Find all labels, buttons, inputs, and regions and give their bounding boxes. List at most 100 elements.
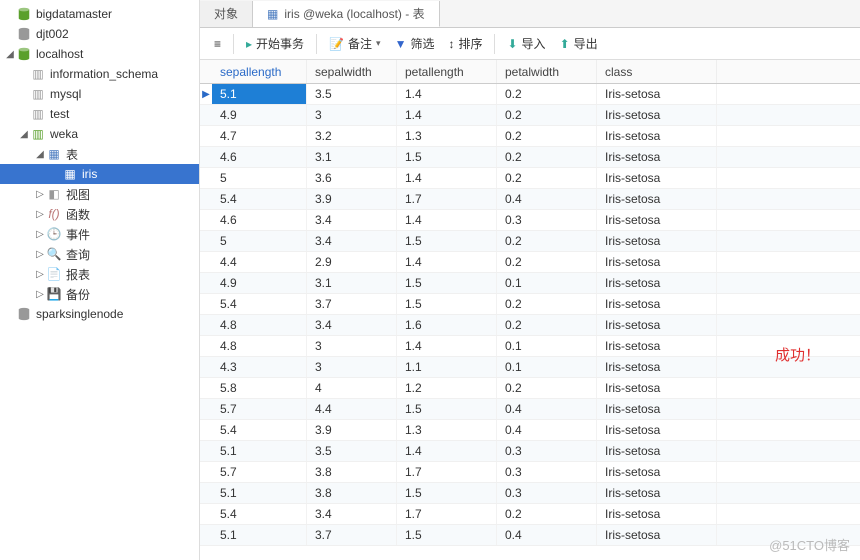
connection-bigdatamaster[interactable]: bigdatamaster xyxy=(0,4,199,24)
tab-iris-table[interactable]: ▦ iris @weka (localhost) - 表 xyxy=(253,1,440,27)
cell[interactable]: 3.1 xyxy=(307,273,397,293)
cell[interactable]: 3.1 xyxy=(307,147,397,167)
table-row[interactable]: 4.63.11.50.2Iris-setosa xyxy=(200,147,860,168)
cell[interactable]: 0.4 xyxy=(497,420,597,440)
cell[interactable]: 4.9 xyxy=(212,105,307,125)
folder-queries[interactable]: ▷🔍 查询 xyxy=(0,244,199,264)
cell[interactable]: 1.3 xyxy=(397,420,497,440)
folder-functions[interactable]: ▷f() 函数 xyxy=(0,204,199,224)
expand-icon[interactable]: ▷ xyxy=(34,249,46,260)
column-sepallength[interactable]: sepallength xyxy=(212,60,307,83)
cell[interactable]: 5.4 xyxy=(212,294,307,314)
cell[interactable]: Iris-setosa xyxy=(597,84,717,104)
cell[interactable]: 1.6 xyxy=(397,315,497,335)
table-row[interactable]: 5.43.71.50.2Iris-setosa xyxy=(200,294,860,315)
cell[interactable]: Iris-setosa xyxy=(597,231,717,251)
table-row[interactable]: ▶5.13.51.40.2Iris-setosa xyxy=(200,84,860,105)
cell[interactable]: 3.8 xyxy=(307,483,397,503)
grid-body[interactable]: ▶5.13.51.40.2Iris-setosa4.931.40.2Iris-s… xyxy=(200,84,860,560)
cell[interactable]: 3.5 xyxy=(307,84,397,104)
cell[interactable]: 0.4 xyxy=(497,399,597,419)
table-row[interactable]: 4.93.11.50.1Iris-setosa xyxy=(200,273,860,294)
cell[interactable]: 5.4 xyxy=(212,420,307,440)
cell[interactable]: Iris-setosa xyxy=(597,441,717,461)
table-row[interactable]: 4.931.40.2Iris-setosa xyxy=(200,105,860,126)
cell[interactable]: 0.1 xyxy=(497,357,597,377)
cell[interactable]: Iris-setosa xyxy=(597,294,717,314)
table-row[interactable]: 5.43.91.70.4Iris-setosa xyxy=(200,189,860,210)
sort-button[interactable]: ↕ 排序 xyxy=(442,32,488,56)
cell[interactable]: 0.2 xyxy=(497,315,597,335)
cell[interactable]: 3.5 xyxy=(307,441,397,461)
cell[interactable]: Iris-setosa xyxy=(597,315,717,335)
cell[interactable]: 0.2 xyxy=(497,294,597,314)
cell[interactable]: 0.3 xyxy=(497,483,597,503)
expand-icon[interactable]: ▷ xyxy=(34,269,46,280)
cell[interactable]: 4.4 xyxy=(307,399,397,419)
cell[interactable]: 1.4 xyxy=(397,84,497,104)
cell[interactable]: 1.4 xyxy=(397,105,497,125)
cell[interactable]: Iris-setosa xyxy=(597,399,717,419)
table-row[interactable]: 5.73.81.70.3Iris-setosa xyxy=(200,462,860,483)
cell[interactable]: 5.4 xyxy=(212,504,307,524)
cell[interactable]: 1.4 xyxy=(397,168,497,188)
cell[interactable]: 1.4 xyxy=(397,441,497,461)
cell[interactable]: 4.6 xyxy=(212,147,307,167)
cell[interactable]: 4.8 xyxy=(212,336,307,356)
cell[interactable]: Iris-setosa xyxy=(597,105,717,125)
cell[interactable]: 1.7 xyxy=(397,504,497,524)
table-row[interactable]: 4.42.91.40.2Iris-setosa xyxy=(200,252,860,273)
cell[interactable]: 3.9 xyxy=(307,189,397,209)
cell[interactable]: Iris-setosa xyxy=(597,168,717,188)
cell[interactable]: 5.7 xyxy=(212,399,307,419)
cell[interactable]: 1.3 xyxy=(397,126,497,146)
cell[interactable]: 1.5 xyxy=(397,147,497,167)
cell[interactable]: 0.2 xyxy=(497,84,597,104)
table-iris[interactable]: ▦ iris xyxy=(0,164,199,184)
cell[interactable]: Iris-setosa xyxy=(597,483,717,503)
cell[interactable]: 5 xyxy=(212,231,307,251)
cell[interactable]: 1.4 xyxy=(397,336,497,356)
cell[interactable]: 0.2 xyxy=(497,378,597,398)
cell[interactable]: 0.4 xyxy=(497,189,597,209)
folder-tables[interactable]: ◢▦ 表 xyxy=(0,144,199,164)
cell[interactable]: 1.1 xyxy=(397,357,497,377)
folder-events[interactable]: ▷🕒 事件 xyxy=(0,224,199,244)
connection-localhost[interactable]: ◢ localhost xyxy=(0,44,199,64)
cell[interactable]: 3.9 xyxy=(307,420,397,440)
cell[interactable]: 0.3 xyxy=(497,441,597,461)
cell[interactable]: Iris-setosa xyxy=(597,147,717,167)
cell[interactable]: 1.5 xyxy=(397,525,497,545)
cell[interactable]: 4.8 xyxy=(212,315,307,335)
cell[interactable]: 3.4 xyxy=(307,315,397,335)
cell[interactable]: 1.2 xyxy=(397,378,497,398)
cell[interactable]: 3.6 xyxy=(307,168,397,188)
cell[interactable]: 4 xyxy=(307,378,397,398)
db-test[interactable]: ▥ test xyxy=(0,104,199,124)
cell[interactable]: 0.2 xyxy=(497,231,597,251)
cell[interactable]: Iris-setosa xyxy=(597,252,717,272)
connection-djt002[interactable]: djt002 xyxy=(0,24,199,44)
folder-views[interactable]: ▷◧ 视图 xyxy=(0,184,199,204)
cell[interactable]: Iris-setosa xyxy=(597,504,717,524)
cell[interactable]: 4.4 xyxy=(212,252,307,272)
column-sepalwidth[interactable]: sepalwidth xyxy=(307,60,397,83)
start-transaction-button[interactable]: ▸ 开始事务 xyxy=(240,32,310,56)
cell[interactable]: 0.2 xyxy=(497,147,597,167)
cell[interactable]: 0.2 xyxy=(497,504,597,524)
cell[interactable]: 1.5 xyxy=(397,399,497,419)
cell[interactable]: 4.3 xyxy=(212,357,307,377)
cell[interactable]: Iris-setosa xyxy=(597,357,717,377)
cell[interactable]: 5.1 xyxy=(212,84,307,104)
cell[interactable]: 5.1 xyxy=(212,441,307,461)
expand-icon[interactable]: ◢ xyxy=(4,49,16,60)
cell[interactable]: 3 xyxy=(307,105,397,125)
cell[interactable]: 3.7 xyxy=(307,294,397,314)
table-row[interactable]: 5.43.41.70.2Iris-setosa xyxy=(200,504,860,525)
cell[interactable]: 3.2 xyxy=(307,126,397,146)
cell[interactable]: 1.5 xyxy=(397,294,497,314)
db-weka[interactable]: ◢▥ weka xyxy=(0,124,199,144)
cell[interactable]: 3.4 xyxy=(307,504,397,524)
export-button[interactable]: ⬆ 导出 xyxy=(554,32,604,56)
cell[interactable]: Iris-setosa xyxy=(597,126,717,146)
